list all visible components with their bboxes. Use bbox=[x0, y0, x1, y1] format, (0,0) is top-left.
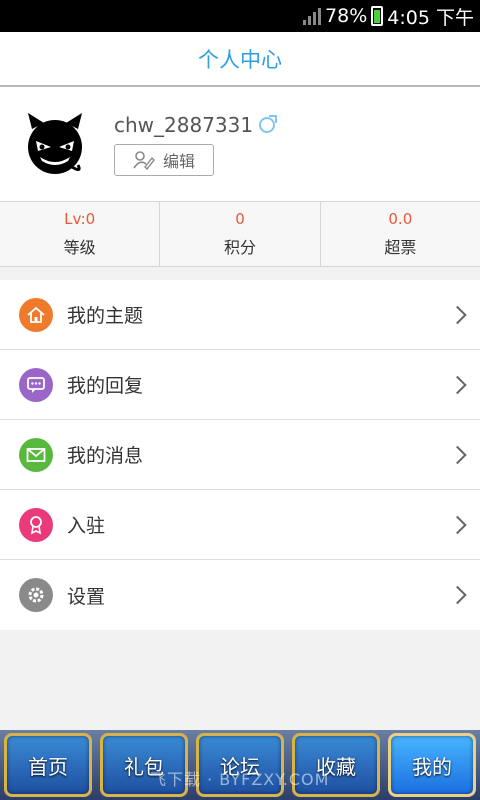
profile-section: chw_2887331 编辑 bbox=[0, 87, 480, 201]
edit-label: 编辑 bbox=[162, 152, 195, 171]
edit-profile-button[interactable]: 编辑 bbox=[114, 144, 214, 176]
menu-label: 设置 bbox=[67, 585, 106, 608]
watermark: 飞下载 · BYFZXY.COM bbox=[150, 770, 330, 789]
battery-percent: 78% bbox=[325, 5, 368, 27]
chevron-right-icon bbox=[448, 305, 467, 324]
chat-icon bbox=[19, 367, 53, 402]
menu-item-my-topics[interactable]: 我的主题 bbox=[0, 280, 480, 350]
tab-mine[interactable]: 我的 bbox=[388, 733, 476, 797]
stat-label: 积分 bbox=[223, 238, 256, 257]
clock: 4:05 下午 bbox=[387, 6, 474, 29]
page-title-bar: 个人中心 bbox=[0, 32, 480, 87]
chevron-right-icon bbox=[448, 515, 467, 534]
stat-level[interactable]: Lv:0 等级 bbox=[0, 202, 159, 266]
edit-user-icon bbox=[133, 151, 155, 170]
stat-value: 0.0 bbox=[388, 210, 413, 228]
menu-label: 入驻 bbox=[67, 515, 106, 537]
menu-item-my-replies[interactable]: 我的回复 bbox=[0, 350, 480, 420]
username-text: chw_2887331 bbox=[114, 113, 254, 137]
tab-home[interactable]: 首页 bbox=[4, 733, 92, 797]
gear-icon bbox=[19, 578, 53, 612]
stat-label: 超票 bbox=[384, 238, 417, 257]
avatar[interactable] bbox=[22, 111, 88, 177]
page-title: 个人中心 bbox=[198, 47, 282, 72]
menu-label: 我的回复 bbox=[67, 375, 144, 397]
mail-icon bbox=[19, 437, 53, 472]
stat-value: Lv:0 bbox=[64, 210, 96, 228]
menu-item-settle-in[interactable]: 入驻 bbox=[0, 490, 480, 560]
menu-label: 我的主题 bbox=[67, 305, 144, 327]
stat-label: 等级 bbox=[63, 238, 96, 257]
stat-tickets[interactable]: 0.0 超票 bbox=[319, 202, 480, 266]
menu-list: 我的主题 我的回复 我的消息 入驻 设置 bbox=[0, 280, 480, 630]
status-bar: 78% 4:05 下午 bbox=[0, 0, 480, 32]
stats-bar: Lv:0 等级 0 积分 0.0 超票 bbox=[0, 201, 480, 267]
stat-value: 0 bbox=[235, 210, 245, 228]
chevron-right-icon bbox=[448, 445, 467, 464]
badge-icon bbox=[19, 507, 53, 542]
home-icon bbox=[19, 297, 53, 332]
signal-icon bbox=[303, 7, 322, 25]
username: chw_2887331 bbox=[114, 113, 278, 137]
bottom-tab-bar: 首页 礼包 论坛 收藏 我的 飞下载 · BYFZXY.COM bbox=[0, 730, 480, 800]
male-icon bbox=[259, 115, 278, 133]
menu-label: 我的消息 bbox=[67, 445, 144, 467]
devil-avatar-icon bbox=[28, 113, 82, 174]
stat-points[interactable]: 0 积分 bbox=[159, 202, 319, 266]
battery-icon bbox=[371, 6, 384, 26]
menu-item-settings[interactable]: 设置 bbox=[0, 560, 480, 630]
chevron-right-icon bbox=[448, 375, 467, 394]
chevron-right-icon bbox=[448, 585, 467, 605]
menu-item-my-messages[interactable]: 我的消息 bbox=[0, 420, 480, 490]
